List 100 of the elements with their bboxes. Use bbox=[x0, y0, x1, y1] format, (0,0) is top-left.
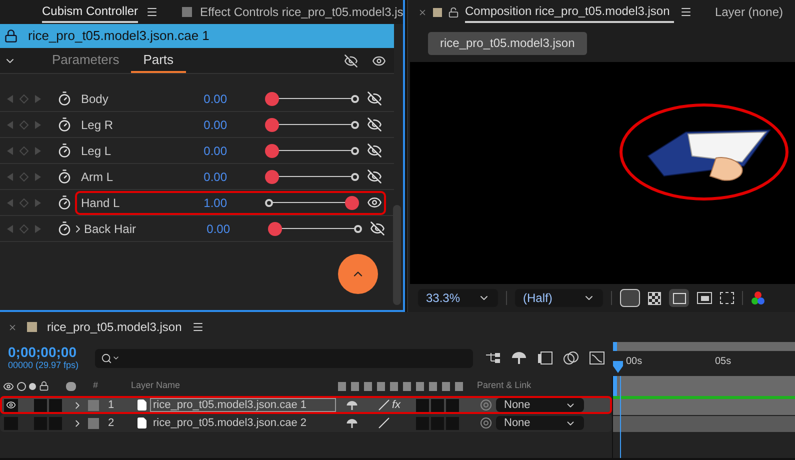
stopwatch-icon[interactable] bbox=[57, 195, 72, 210]
eye-off-icon[interactable] bbox=[367, 91, 382, 106]
close-icon[interactable] bbox=[8, 322, 17, 332]
label-color-swatch[interactable] bbox=[88, 418, 99, 428]
layer-track-bar[interactable] bbox=[613, 399, 795, 416]
file-icon bbox=[136, 417, 148, 429]
resolution-dropdown[interactable]: (Half) bbox=[515, 289, 603, 307]
part-value[interactable]: 1.00 bbox=[191, 194, 227, 212]
unlock-icon[interactable] bbox=[448, 6, 459, 18]
part-name: Arm L bbox=[81, 168, 114, 186]
lock-icon[interactable] bbox=[4, 29, 18, 43]
label-column-icon bbox=[66, 382, 76, 390]
stopwatch-icon[interactable] bbox=[57, 91, 72, 106]
part-value[interactable]: 0.00 bbox=[191, 90, 227, 108]
switch-box[interactable] bbox=[446, 416, 459, 430]
part-slider[interactable] bbox=[265, 196, 359, 210]
parent-dropdown[interactable]: None bbox=[496, 398, 584, 412]
switch-box[interactable] bbox=[431, 416, 444, 430]
color-channels-icon[interactable] bbox=[751, 291, 765, 305]
subtab[interactable]: Parameters bbox=[40, 48, 132, 73]
model-name: rice_pro_t05.model3.json.cae 1 bbox=[28, 27, 210, 46]
pick-whip-icon[interactable] bbox=[480, 417, 492, 429]
effect-switch[interactable]: fx bbox=[392, 399, 401, 411]
composition-tab[interactable]: Composition rice_pro_t05.model3.json bbox=[465, 1, 674, 23]
switch-box[interactable] bbox=[416, 398, 429, 412]
part-slider[interactable] bbox=[265, 170, 359, 184]
chevron-down-icon bbox=[112, 354, 120, 362]
subtab[interactable]: Parts bbox=[131, 48, 186, 73]
slider-thumb[interactable] bbox=[345, 196, 359, 210]
solo-toggle[interactable] bbox=[34, 416, 47, 430]
slider-thumb[interactable] bbox=[265, 118, 279, 132]
breadcrumb-chip[interactable]: rice_pro_t05.model3.json bbox=[428, 32, 587, 54]
part-name: Leg R bbox=[81, 116, 114, 134]
slider-thumb[interactable] bbox=[265, 170, 279, 184]
eye-off-icon[interactable] bbox=[367, 169, 382, 184]
grid-icon[interactable] bbox=[720, 292, 734, 304]
part-slider[interactable] bbox=[265, 92, 359, 106]
eye-off-icon[interactable] bbox=[370, 221, 385, 236]
switch-box[interactable] bbox=[416, 416, 429, 430]
visibility-toggle[interactable] bbox=[4, 416, 18, 430]
menu-icon[interactable] bbox=[192, 321, 204, 333]
stopwatch-icon[interactable] bbox=[57, 117, 72, 132]
layer-row[interactable]: 2 rice_pro_t05.model3.json.cae 2 None bbox=[0, 414, 612, 432]
comp-color-swatch bbox=[27, 322, 37, 332]
eye-icon[interactable] bbox=[372, 54, 386, 68]
timecode[interactable]: 0;00;00;00 bbox=[8, 345, 95, 360]
motion-blur-icon[interactable] bbox=[563, 351, 579, 365]
checkerboard-icon[interactable] bbox=[648, 292, 661, 304]
search-field[interactable] bbox=[95, 348, 473, 368]
eye-off-icon[interactable] bbox=[344, 54, 358, 68]
slider-thumb[interactable] bbox=[265, 144, 279, 158]
part-slider[interactable] bbox=[265, 118, 359, 132]
frame-blending-icon[interactable] bbox=[537, 351, 553, 365]
switch-box[interactable] bbox=[446, 398, 459, 412]
playhead-icon[interactable] bbox=[613, 361, 623, 373]
layer-name[interactable]: rice_pro_t05.model3.json.cae 2 bbox=[150, 416, 336, 430]
part-slider[interactable] bbox=[265, 144, 359, 158]
solo-toggle[interactable] bbox=[34, 398, 47, 412]
part-name: Body bbox=[81, 90, 110, 108]
part-value[interactable]: 0.00 bbox=[191, 168, 227, 186]
shy-switch-icon[interactable] bbox=[346, 418, 358, 428]
timeline-tab[interactable]: rice_pro_t05.model3.json bbox=[47, 318, 182, 336]
label-color-swatch[interactable] bbox=[88, 400, 99, 410]
lock-toggle[interactable] bbox=[49, 416, 62, 430]
parent-dropdown[interactable]: None bbox=[496, 416, 584, 430]
panel-tab[interactable]: Effect Controls rice_pro_t05.model3.js bbox=[200, 1, 403, 23]
part-slider[interactable] bbox=[268, 222, 362, 236]
mask-path-icon[interactable] bbox=[672, 292, 686, 304]
pick-whip-icon[interactable] bbox=[480, 399, 492, 411]
part-value[interactable]: 0.00 bbox=[191, 142, 227, 160]
menu-icon[interactable] bbox=[680, 6, 692, 18]
switch-box[interactable] bbox=[431, 398, 444, 412]
stopwatch-icon[interactable] bbox=[57, 143, 72, 158]
layer-tab[interactable]: Layer (none) bbox=[714, 3, 783, 21]
stopwatch-icon[interactable] bbox=[57, 169, 72, 184]
slider-thumb[interactable] bbox=[268, 222, 282, 236]
part-value[interactable]: 0.00 bbox=[191, 116, 227, 134]
part-value[interactable]: 0.00 bbox=[194, 220, 230, 238]
shy-switch-icon[interactable] bbox=[346, 400, 358, 410]
zoom-dropdown[interactable]: 33.3% bbox=[418, 289, 498, 307]
shy-icon[interactable] bbox=[511, 351, 527, 365]
scroll-top-button[interactable] bbox=[338, 254, 378, 294]
layer-number: 2 bbox=[108, 416, 116, 431]
composition-flowchart-icon[interactable] bbox=[485, 351, 501, 365]
lock-toggle[interactable] bbox=[49, 398, 62, 412]
quality-switch-icon[interactable] bbox=[378, 399, 390, 411]
safe-area-icon[interactable] bbox=[697, 292, 712, 304]
eye-icon[interactable] bbox=[367, 195, 382, 210]
stopwatch-icon[interactable] bbox=[57, 221, 72, 236]
layer-row[interactable]: 1 rice_pro_t05.model3.json.cae 1 fx None bbox=[0, 396, 612, 414]
lock-column-icon bbox=[39, 381, 49, 391]
layer-name[interactable]: rice_pro_t05.model3.json.cae 1 bbox=[150, 398, 336, 412]
close-icon[interactable] bbox=[418, 8, 427, 16]
quality-switch-icon[interactable] bbox=[378, 417, 390, 429]
tab-color-swatch bbox=[182, 7, 192, 17]
slider-thumb[interactable] bbox=[265, 92, 279, 106]
graph-editor-icon[interactable] bbox=[589, 351, 605, 365]
eye-off-icon[interactable] bbox=[367, 143, 382, 158]
menu-icon[interactable] bbox=[146, 6, 158, 18]
eye-off-icon[interactable] bbox=[367, 117, 382, 132]
